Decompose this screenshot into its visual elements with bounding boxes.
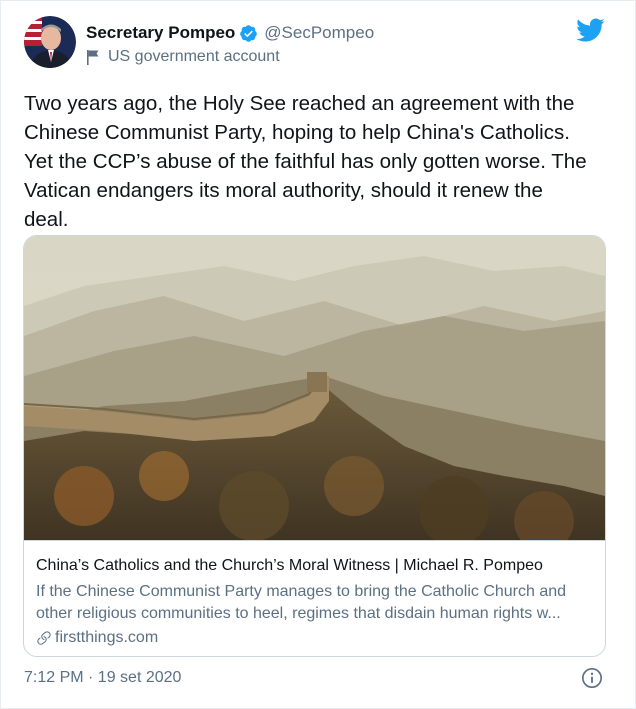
- handle[interactable]: @SecPompeo: [264, 23, 374, 43]
- twitter-bird-icon[interactable]: [575, 17, 605, 43]
- tweet-card: Secretary Pompeo @SecPompeo US governmen…: [0, 0, 636, 709]
- display-name[interactable]: Secretary Pompeo: [86, 23, 235, 43]
- card-description: If the Chinese Communist Party manages t…: [36, 583, 567, 622]
- card-title[interactable]: China’s Catholics and the Church’s Moral…: [36, 555, 543, 577]
- flag-icon: [86, 49, 100, 65]
- tweet-timestamp[interactable]: 7:12 PM · 19 set 2020: [24, 668, 181, 688]
- tweet-text: Two years ago, the Holy See reached an a…: [24, 92, 587, 231]
- author-name-row: Secretary Pompeo @SecPompeo: [86, 23, 374, 43]
- card-domain-row: firstthings.com: [36, 627, 158, 649]
- info-icon[interactable]: [581, 667, 603, 689]
- link-icon: [37, 631, 51, 645]
- card-image: [24, 236, 605, 540]
- avatar[interactable]: [24, 16, 76, 68]
- avatar-image: [24, 16, 76, 68]
- card-domain[interactable]: firstthings.com: [55, 627, 158, 649]
- account-label-row: US government account: [86, 47, 280, 67]
- account-label: US government account: [108, 48, 280, 65]
- link-preview-card[interactable]: China’s Catholics and the Church’s Moral…: [23, 235, 606, 657]
- verified-badge-icon: [239, 24, 258, 43]
- card-body: China’s Catholics and the Church’s Moral…: [24, 540, 605, 656]
